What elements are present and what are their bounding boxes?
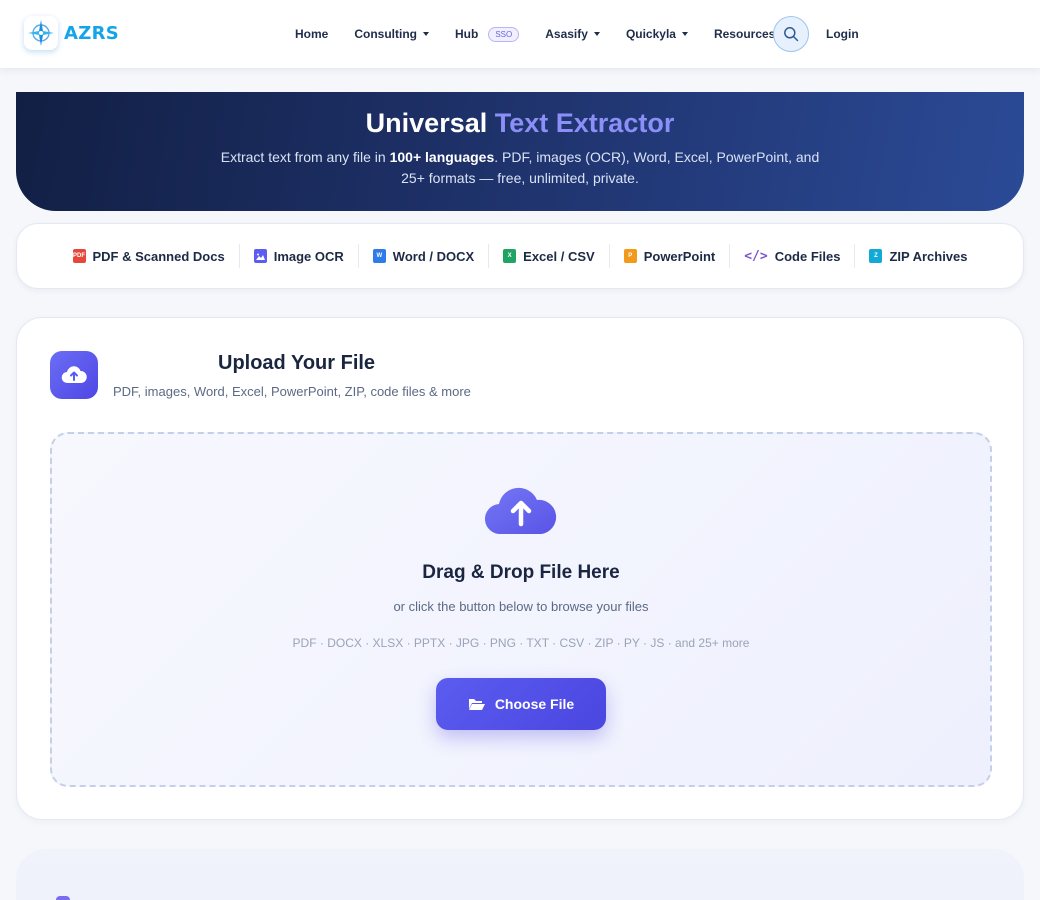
format-excel[interactable]: X Excel / CSV (489, 244, 610, 268)
hero-title-accent: Text Extractor (494, 108, 675, 138)
hero-title: Universal Text Extractor (16, 108, 1024, 139)
nav-asasify[interactable]: Asasify (545, 27, 600, 41)
section-icon (56, 896, 70, 900)
nav-consulting[interactable]: Consulting (354, 27, 429, 41)
upload-subtitle: PDF, images, Word, Excel, PowerPoint, ZI… (113, 384, 471, 399)
format-image[interactable]: Image OCR (240, 244, 359, 268)
format-zip-label: ZIP Archives (889, 248, 968, 264)
nav-quickyla-label: Quickyla (625, 27, 676, 41)
format-zip[interactable]: Z ZIP Archives (855, 244, 981, 268)
folder-open-icon (468, 699, 485, 710)
hero-title-plain: Universal (365, 108, 488, 138)
format-code-label: Code Files (774, 248, 841, 264)
nav-consulting-label: Consulting (354, 27, 417, 41)
file-dropzone[interactable]: Drag & Drop File Here or click the butto… (50, 432, 992, 787)
sso-badge: SSO (488, 26, 520, 42)
cloud-upload-icon (485, 487, 557, 535)
format-excel-label: Excel / CSV (523, 248, 595, 264)
formats-bar: PDF PDF & Scanned Docs Image OCR W Word … (16, 223, 1024, 289)
top-navbar: AZRS Home Consulting Hub SSO Asasify Qui… (0, 0, 1040, 68)
nav-hub[interactable]: Hub SSO (455, 26, 520, 42)
nav-links: Home Consulting Hub SSO Asasify Quickyla… (295, 0, 813, 68)
nav-quickyla[interactable]: Quickyla (626, 27, 688, 41)
format-powerpoint[interactable]: P PowerPoint (610, 244, 731, 268)
compass-logo-icon (24, 16, 58, 50)
nav-asasify-label: Asasify (545, 27, 588, 41)
dropzone-title: Drag & Drop File Here (422, 562, 620, 583)
zip-icon: Z (869, 249, 883, 263)
dropzone-subtitle: or click the button below to browse your… (393, 599, 649, 614)
nav-resources-label: Resources (713, 27, 776, 41)
format-pdf-label: PDF & Scanned Docs (92, 248, 225, 264)
nav-home[interactable]: Home (295, 27, 328, 41)
choose-file-label: Choose File (494, 696, 575, 712)
dropzone-formats: PDF · DOCX · XLSX · PPTX · JPG · PNG · T… (292, 636, 750, 650)
chevron-down-icon (423, 32, 429, 36)
word-icon: W (372, 249, 386, 263)
upload-card: Upload Your File PDF, images, Word, Exce… (16, 317, 1024, 820)
brand-link[interactable]: AZRS (24, 15, 119, 51)
cloud-upload-icon (50, 351, 98, 399)
format-code[interactable]: </> Code Files (730, 244, 856, 268)
powerpoint-icon: P (623, 249, 637, 263)
image-icon (253, 249, 267, 263)
nav-home-label: Home (295, 27, 329, 41)
nav-hub-label: Hub (455, 27, 479, 41)
hero-banner: Universal Text Extractor Extract text fr… (16, 92, 1024, 211)
format-powerpoint-label: PowerPoint (643, 248, 716, 264)
brand-name: AZRS (64, 22, 120, 44)
hero-sub-bold: 100+ languages (389, 149, 495, 165)
hero-subtitle: Extract text from any file in 100+ langu… (216, 147, 824, 189)
choose-file-button[interactable]: Choose File (436, 678, 606, 730)
code-icon: </> (744, 248, 768, 264)
upload-title: Upload Your File (218, 352, 376, 374)
chevron-down-icon (593, 32, 600, 36)
chevron-down-icon (681, 32, 688, 36)
search-button[interactable] (773, 16, 809, 52)
hero-sub-pre: Extract text from any file in (220, 149, 390, 165)
next-section-card (16, 849, 1024, 900)
pdf-icon: PDF (72, 249, 86, 263)
format-image-label: Image OCR (273, 248, 344, 264)
excel-icon: X (503, 249, 517, 263)
format-pdf[interactable]: PDF PDF & Scanned Docs (59, 244, 240, 268)
format-word[interactable]: W Word / DOCX (359, 244, 490, 268)
search-icon (784, 27, 799, 42)
login-link[interactable]: Login (826, 27, 859, 41)
format-word-label: Word / DOCX (392, 248, 475, 264)
